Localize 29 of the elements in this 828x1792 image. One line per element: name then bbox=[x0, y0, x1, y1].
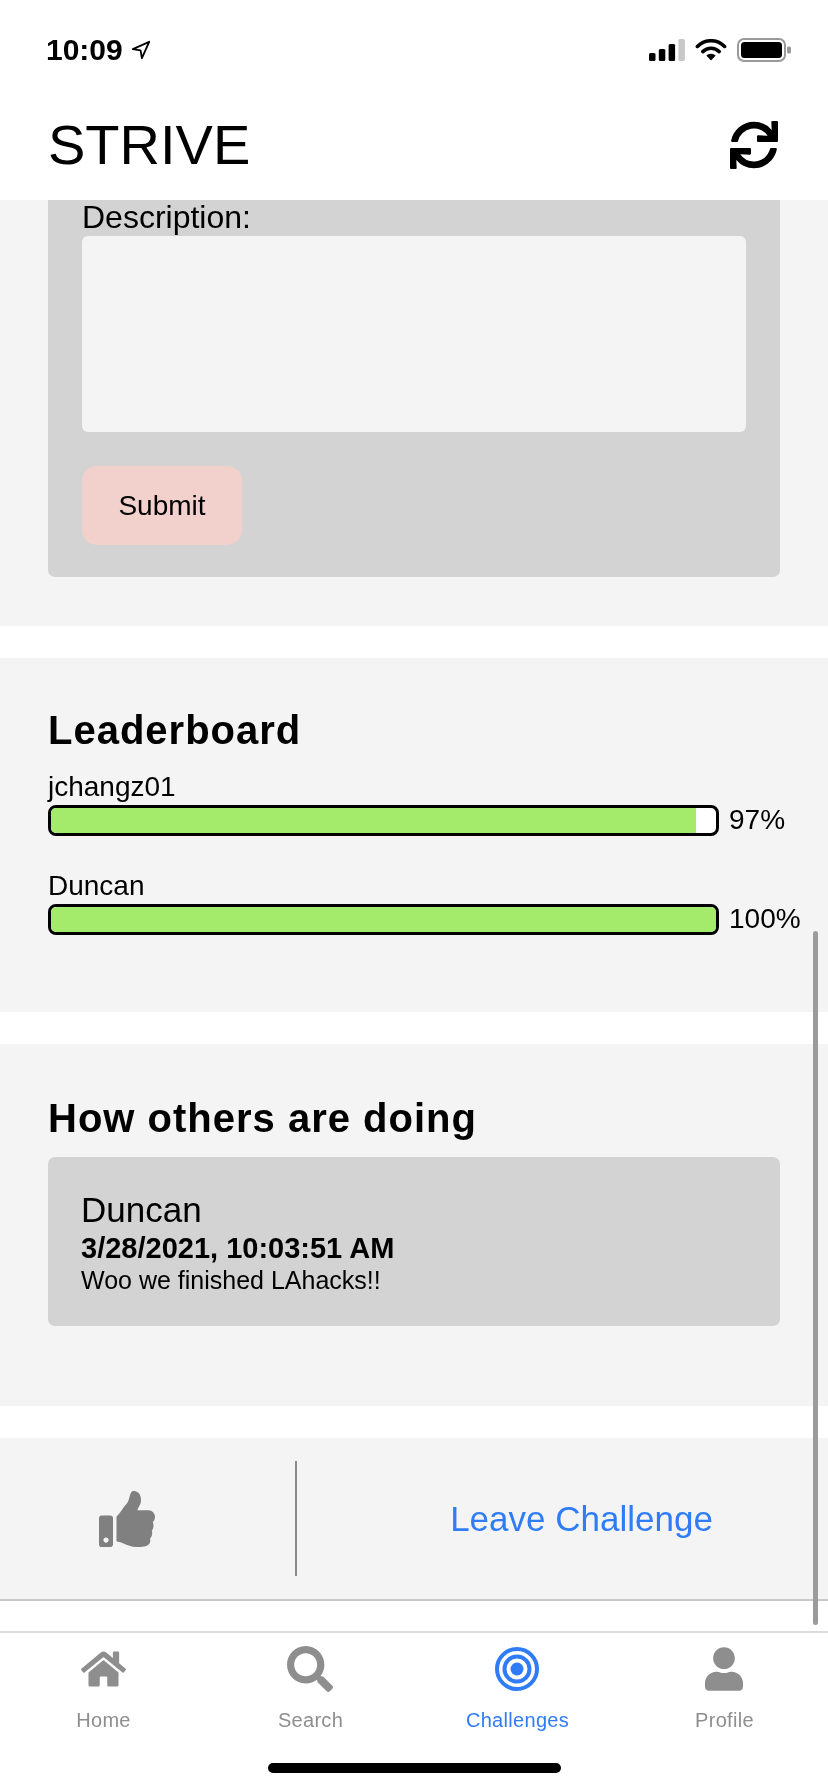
wifi-icon bbox=[695, 39, 727, 61]
battery-icon bbox=[737, 38, 791, 62]
app-title: STRIVE bbox=[48, 113, 251, 177]
section-title: How others are doing bbox=[48, 1095, 477, 1142]
description-label: Description: bbox=[82, 200, 251, 234]
target-icon bbox=[495, 1647, 540, 1691]
tab-item[interactable]: Challenges bbox=[465, 1646, 570, 1732]
post-author: Duncan bbox=[81, 1191, 202, 1229]
signal-icon bbox=[649, 39, 685, 61]
location-arrow-icon bbox=[130, 40, 151, 60]
tab-item[interactable]: Search bbox=[277, 1646, 344, 1732]
post-timestamp: 3/28/2021, 10:03:51 AM bbox=[81, 1232, 395, 1264]
submit-button[interactable]: Submit bbox=[82, 466, 242, 545]
player-name: jchangz01 bbox=[48, 771, 176, 803]
tab-item[interactable]: Home bbox=[76, 1646, 131, 1732]
post-message: Woo we finished LAhacks!! bbox=[81, 1266, 381, 1294]
status-time: 10:09 bbox=[46, 33, 123, 67]
thumbs-up-icon[interactable] bbox=[99, 1490, 155, 1547]
progress-percent: 100% bbox=[729, 903, 801, 935]
section-title: Leaderboard bbox=[48, 707, 302, 754]
refresh-icon[interactable] bbox=[730, 121, 778, 169]
search-icon bbox=[287, 1646, 334, 1692]
person-icon bbox=[705, 1647, 744, 1691]
progress-percent: 97% bbox=[729, 804, 786, 836]
player-name: Duncan bbox=[48, 870, 145, 902]
leave-challenge-link[interactable]: Leave Challenge bbox=[450, 1498, 713, 1539]
tab-item[interactable]: Profile bbox=[695, 1646, 754, 1732]
description-field[interactable] bbox=[82, 236, 746, 432]
home-icon bbox=[81, 1649, 126, 1689]
